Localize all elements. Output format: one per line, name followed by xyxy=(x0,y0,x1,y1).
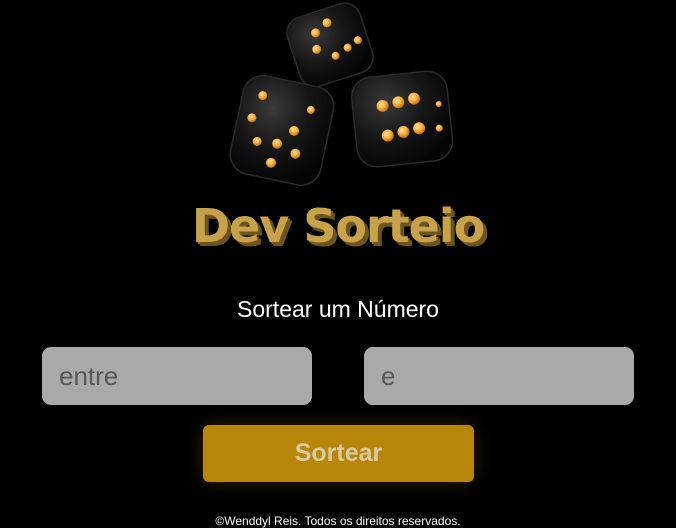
form-heading: Sortear um Número xyxy=(237,296,439,322)
draw-button[interactable]: Sortear xyxy=(203,425,474,482)
max-number-input[interactable] xyxy=(364,347,634,405)
die-right xyxy=(350,70,454,168)
min-number-input[interactable] xyxy=(42,347,312,405)
die-left xyxy=(229,74,335,186)
dice-icon xyxy=(229,2,454,186)
brand-title: Dev Sorteio xyxy=(191,199,485,253)
die-top xyxy=(286,2,374,88)
logo-area: Dev Sorteio xyxy=(0,0,676,260)
footer-copyright: ©Wenddyl Reis. Todos os direitos reserva… xyxy=(215,514,461,528)
